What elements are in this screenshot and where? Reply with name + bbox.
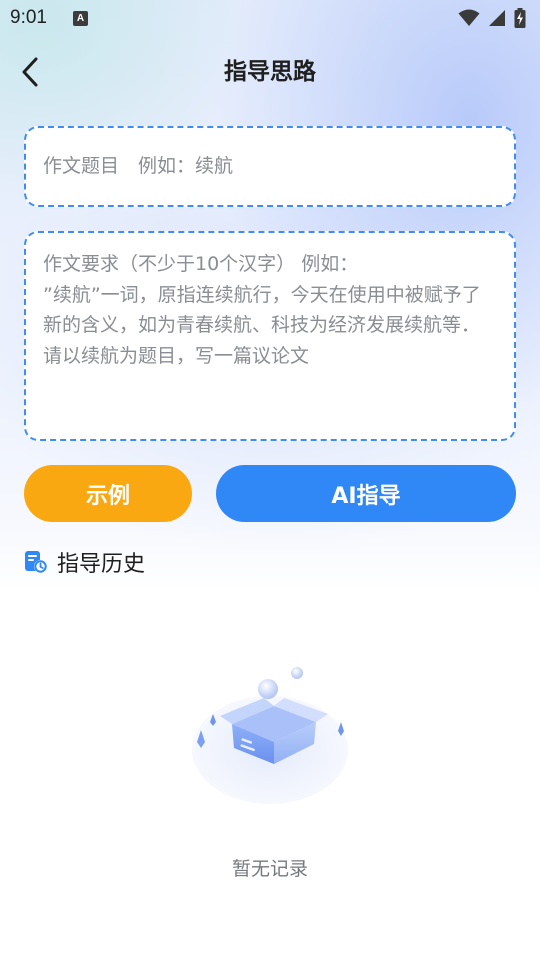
example-button[interactable]: 示例 [24,465,192,522]
essay-title-input[interactable]: 作文题目 例如：续航 [24,126,516,207]
ai-guide-button[interactable]: AI指导 [216,465,516,522]
signal-icon [489,10,505,26]
status-icons [458,8,526,28]
status-bar: 9:01 A [0,0,540,36]
status-time: 9:01 [10,7,47,28]
history-header: 指导历史 [24,546,145,578]
essay-title-placeholder: 作文题目 例如：续航 [43,155,234,177]
essay-requirement-input[interactable]: 作文要求（不少于10个汉字） 例如： ”续航”一词，原指连续航行，今天在使用中被… [24,231,516,441]
empty-state-text: 暂无记录 [231,858,308,880]
empty-box-illustration [192,667,348,804]
history-clock-icon [25,551,47,573]
notification-a-icon: A [72,10,88,26]
wifi-icon [458,9,480,26]
history-title: 指导历史 [57,552,146,577]
essay-requirement-placeholder: 作文要求（不少于10个汉字） 例如： ”续航”一词，原指连续航行，今天在使用中被… [43,253,481,367]
battery-charging-icon [514,8,526,28]
app-header: 指导思路 [0,36,540,108]
page-title: 指导思路 [224,59,316,85]
screen: 9:01 A 指导思路 作文题目 例如：续航 作文要求（不少于10个汉字） 例如… [0,0,540,960]
